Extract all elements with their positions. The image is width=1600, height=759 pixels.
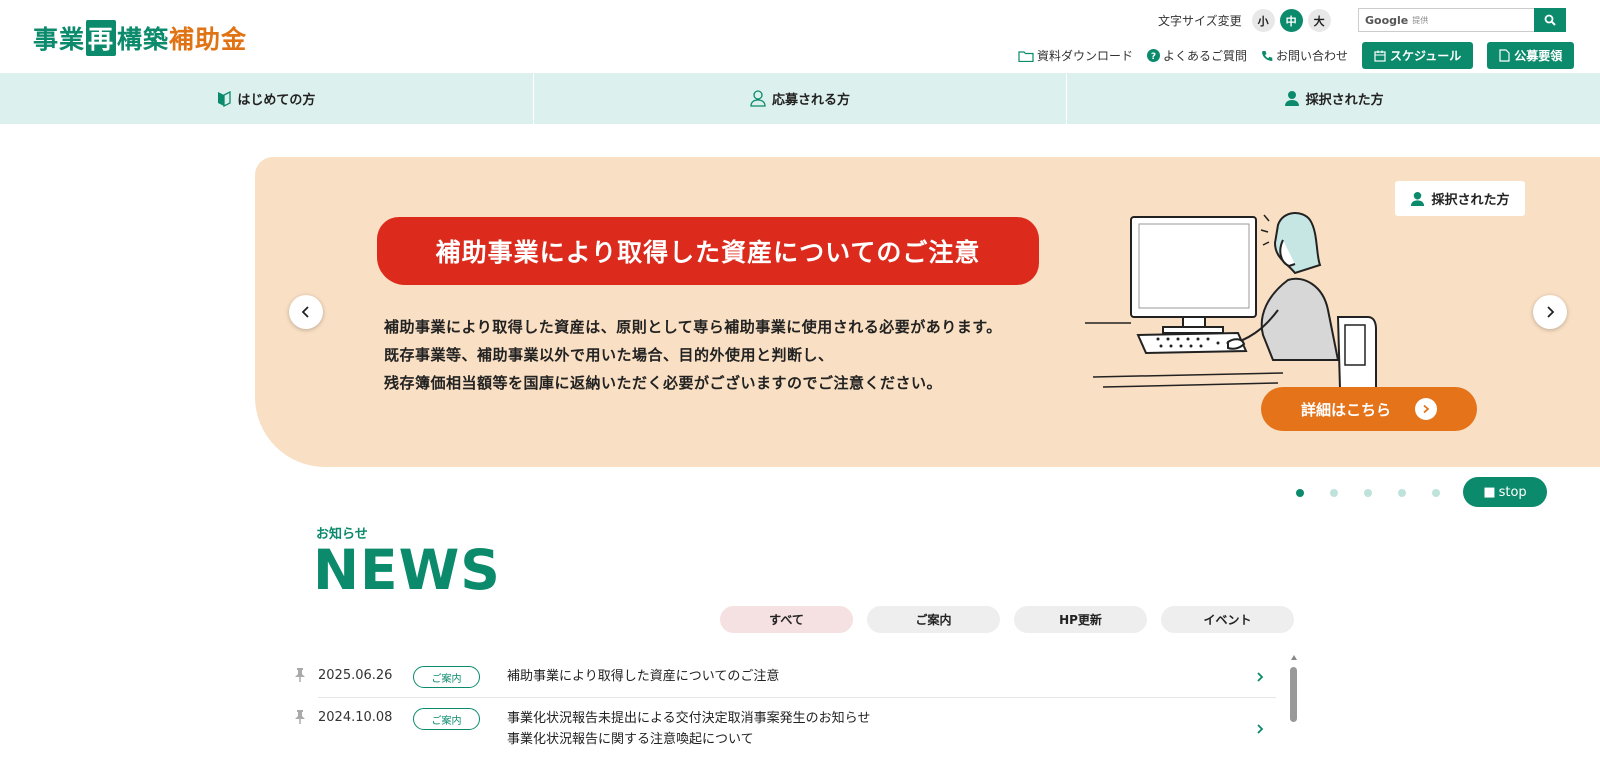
contact-link[interactable]: お問い合わせ: [1261, 47, 1348, 64]
news-text: 補助事業により取得した資産についてのご注意: [507, 656, 1276, 697]
site-search: Google 提供: [1358, 8, 1566, 32]
contact-link-label: お問い合わせ: [1276, 49, 1349, 63]
hero-title: 補助事業により取得した資産についてのご注意: [377, 217, 1039, 285]
scroll-up-arrow-icon[interactable]: [1291, 655, 1297, 660]
question-icon: ?: [1147, 49, 1161, 62]
guidelines-button-label: 公募要領: [1514, 49, 1563, 63]
news-filter-tabs: すべて ご案内 HP更新 イベント: [720, 606, 1294, 633]
nav-item-label: 応募される方: [772, 93, 851, 108]
faq-link-label: よくあるご質問: [1163, 49, 1248, 63]
hero-body-line: 既存事業等、補助事業以外で用いた場合、目的外使用と判断し、: [384, 346, 834, 364]
hero-details-button[interactable]: 詳細はこちら: [1261, 387, 1477, 431]
logo-text-2: 再: [86, 20, 117, 56]
font-size-label: 文字サイズ変更: [1158, 14, 1242, 28]
tab-event[interactable]: イベント: [1161, 606, 1294, 633]
news-title: NEWS: [313, 538, 501, 602]
hero-body: 補助事業により取得した資産は、原則として専ら補助事業に使用される必要があります。…: [384, 313, 1002, 397]
news-text-line: 事業化状況報告未提出による交付決定取消事案発生のお知らせ: [507, 711, 871, 726]
site-logo[interactable]: 事業再構築補助金: [33, 20, 247, 56]
pin-icon: [295, 668, 305, 682]
document-icon: [1499, 49, 1510, 62]
scrollbar-thumb[interactable]: [1290, 667, 1297, 722]
hero-body-line: 補助事業により取得した資産は、原則として専ら補助事業に使用される必要があります。: [384, 318, 1002, 336]
carousel-dot[interactable]: [1398, 489, 1406, 497]
tab-guidance[interactable]: ご案内: [867, 606, 1000, 633]
person-filled-icon: [1284, 91, 1299, 106]
folder-icon: [1018, 50, 1034, 62]
stop-button-label: stop: [1498, 484, 1527, 500]
carousel-prev-button[interactable]: [289, 295, 323, 329]
pin-icon: [295, 710, 305, 724]
logo-text-1: 事業: [33, 25, 86, 54]
utility-links: 資料ダウンロード ? よくあるご質問 お問い合わせ スケジュール 公募要領: [1018, 42, 1575, 69]
main-nav: はじめての方 応募される方 採択された方: [0, 73, 1600, 124]
faq-link[interactable]: ? よくあるご質問: [1147, 47, 1247, 64]
carousel-dot[interactable]: [1296, 489, 1304, 497]
hero-details-label: 詳細はこちら: [1300, 400, 1391, 419]
carousel-dot[interactable]: [1432, 489, 1440, 497]
news-list: 2025.06.26 ご案内 補助事業により取得した資産についてのご注意 202…: [295, 656, 1276, 759]
page: 事業再構築補助金 文字サイズ変更 小 中 大 Google 提供 資料ダウンロー…: [0, 0, 1600, 759]
schedule-button-label: スケジュール: [1390, 49, 1462, 63]
chevron-right-icon: [1547, 306, 1555, 318]
nav-item-applicants[interactable]: 応募される方: [534, 73, 1068, 124]
beginner-mark-icon: [218, 90, 231, 107]
news-item[interactable]: 2025.06.26 ご案内 補助事業により取得した資産についてのご注意: [295, 656, 1276, 698]
news-date: 2025.06.26: [318, 668, 393, 683]
calendar-icon: [1374, 50, 1386, 62]
download-link-label: 資料ダウンロード: [1037, 49, 1134, 63]
news-category-badge: ご案内: [413, 666, 480, 688]
chevron-right-icon: [1257, 671, 1264, 682]
news-date: 2024.10.08: [318, 710, 393, 725]
carousel-dot[interactable]: [1330, 489, 1338, 497]
news-scrollbar[interactable]: [1289, 655, 1299, 755]
carousel-dots: [1296, 489, 1440, 497]
news-text: 事業化状況報告未提出による交付決定取消事案発生のお知らせ 事業化状況報告に関する…: [507, 698, 1276, 759]
nav-item-label: 採択された方: [1305, 93, 1384, 108]
chevron-left-icon: [301, 306, 309, 318]
hero-tag-label: 採択された方: [1431, 193, 1510, 208]
font-size-small-button[interactable]: 小: [1251, 9, 1275, 32]
chevron-right-icon: [1257, 724, 1264, 734]
tab-all[interactable]: すべて: [720, 606, 853, 633]
logo-text-3: 構築: [117, 25, 170, 54]
nav-item-label: はじめての方: [237, 93, 316, 108]
font-size-medium-button[interactable]: 中: [1279, 9, 1303, 32]
search-provided-label: 提供: [1412, 15, 1429, 25]
search-brand-label: Google: [1365, 13, 1409, 27]
schedule-button[interactable]: スケジュール: [1362, 42, 1474, 69]
news-text-line: 事業化状況報告に関する注意喚起について: [507, 732, 754, 747]
svg-text:?: ?: [1151, 52, 1156, 62]
hero-body-line: 残存簿価相当額等を国庫に返納いただく必要がございますのでご注意ください。: [384, 374, 943, 392]
news-text-line: 補助事業により取得した資産についてのご注意: [507, 669, 780, 684]
download-link[interactable]: 資料ダウンロード: [1018, 47, 1133, 64]
phone-icon: [1262, 50, 1273, 61]
tab-hp-update[interactable]: HP更新: [1014, 606, 1147, 633]
hero-slide: 補助事業により取得した資産についてのご注意 補助事業により取得した資産は、原則と…: [255, 157, 1600, 467]
search-icon: [1544, 14, 1556, 26]
person-filled-icon: [1411, 191, 1425, 206]
nav-item-adopted[interactable]: 採択された方: [1067, 73, 1600, 124]
stop-square-icon: ■: [1483, 484, 1496, 500]
nav-item-beginners[interactable]: はじめての方: [0, 73, 534, 124]
font-size-large-button[interactable]: 大: [1307, 9, 1331, 32]
search-button[interactable]: [1534, 8, 1566, 32]
carousel-dot[interactable]: [1364, 489, 1372, 497]
chevron-right-icon: [1415, 398, 1437, 420]
person-outline-icon: [750, 90, 766, 107]
search-input[interactable]: Google 提供: [1358, 8, 1534, 32]
carousel-stop-button[interactable]: ■ stop: [1463, 477, 1547, 507]
news-category-badge: ご案内: [413, 708, 480, 730]
font-size-switcher: 文字サイズ変更 小 中 大: [1158, 9, 1331, 32]
news-item[interactable]: 2024.10.08 ご案内 事業化状況報告未提出による交付決定取消事案発生のお…: [295, 698, 1276, 759]
person-at-computer-illustration: [1085, 212, 1377, 390]
logo-text-4: 補助金: [169, 25, 248, 54]
hero-audience-tag[interactable]: 採択された方: [1395, 181, 1525, 216]
guidelines-button[interactable]: 公募要領: [1487, 42, 1575, 69]
carousel-next-button[interactable]: [1533, 295, 1567, 329]
